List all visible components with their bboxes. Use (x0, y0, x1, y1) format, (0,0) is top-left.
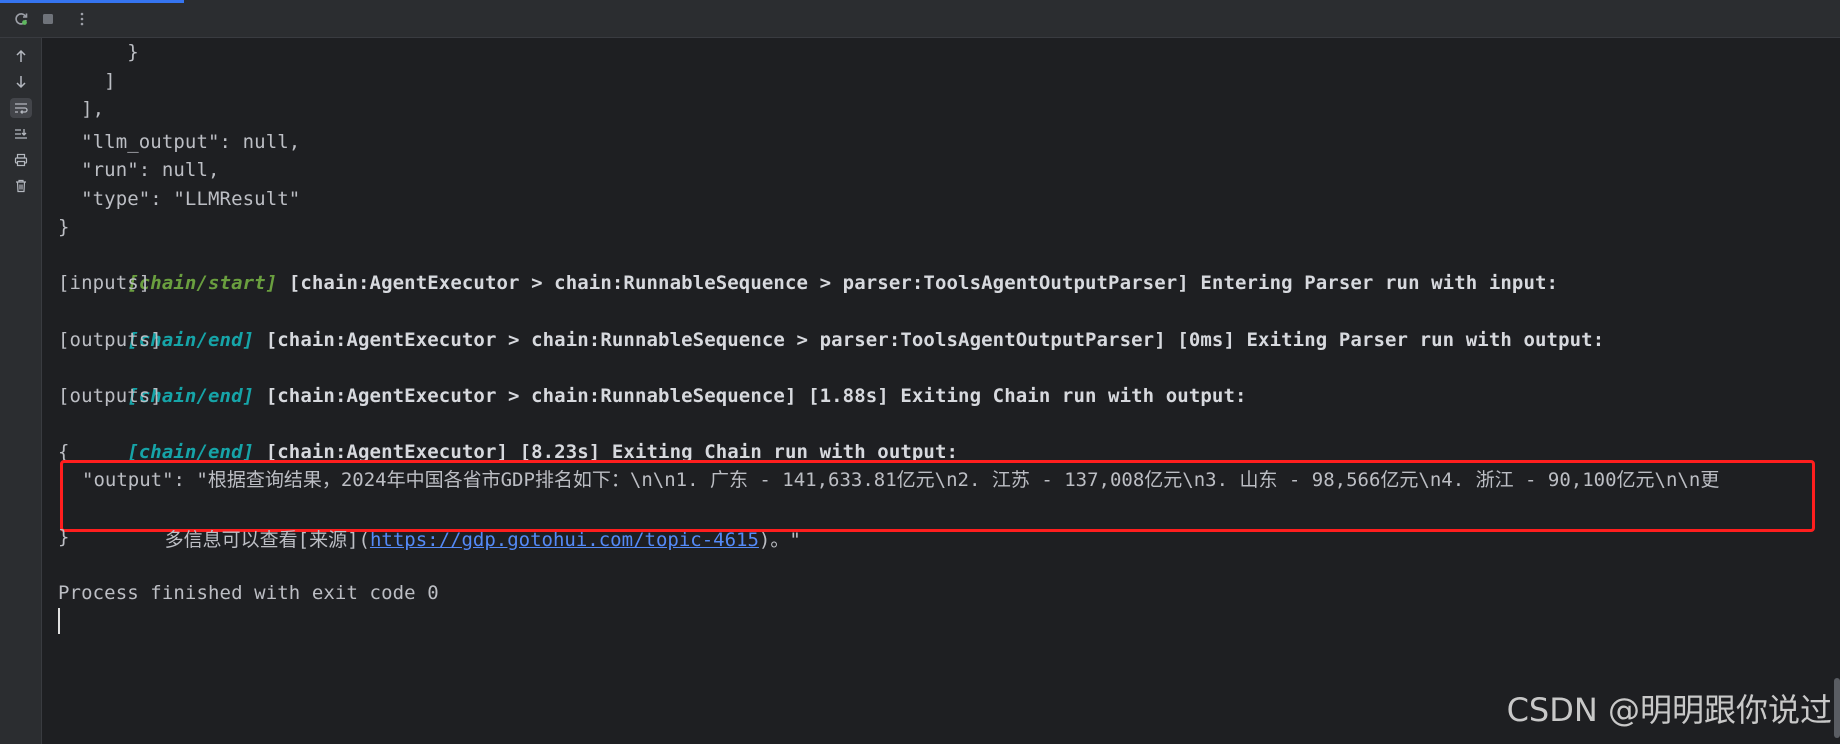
source-link[interactable]: https://gdp.gotohui.com/topic-4615 (370, 529, 759, 551)
more-icon[interactable] (72, 9, 92, 29)
console-line: [inputs] (58, 272, 151, 294)
arrow-up-icon[interactable] (10, 46, 32, 66)
arrow-down-icon[interactable] (10, 72, 32, 92)
console-line: "llm_output": null, (58, 131, 301, 153)
active-tab-indicator (0, 0, 184, 3)
console-line: } (58, 41, 139, 63)
process-finished-line: Process finished with exit code 0 (58, 582, 439, 604)
run-toolbar (0, 0, 1840, 38)
log-message: [chain:AgentExecutor > chain:RunnableSeq… (254, 329, 1605, 351)
console-line: "run": null, (58, 159, 220, 181)
console-side-toolbar (0, 38, 42, 744)
console-line: [chain/end] [chain:AgentExecutor] [8.23s… (58, 410, 958, 463)
console-line: [chain/end] [chain:AgentExecutor > chain… (58, 354, 1247, 407)
console-line: [outputs] (58, 329, 162, 351)
console-line: ], (58, 98, 105, 120)
log-message: [chain:AgentExecutor > chain:RunnableSeq… (254, 385, 1247, 407)
console-line: [outputs] (58, 385, 162, 407)
trash-icon[interactable] (10, 176, 32, 196)
soft-wrap-icon[interactable] (10, 98, 32, 118)
scrollbar[interactable] (1834, 678, 1840, 738)
log-message: [chain:AgentExecutor > chain:RunnableSeq… (277, 272, 1559, 294)
output-line-2: 多信息可以查看[来源](https://gdp.gotohui.com/topi… (96, 492, 801, 551)
stop-icon[interactable] (38, 9, 58, 29)
console-line: } (58, 526, 70, 548)
text-caret (58, 608, 60, 634)
watermark: CSDN @明明跟你说过 (1506, 691, 1832, 729)
console-line: "type": "LLMResult" (58, 188, 301, 210)
console-line: [chain/start] [chain:AgentExecutor > cha… (58, 241, 1558, 294)
scroll-to-end-icon[interactable] (10, 124, 32, 144)
run-console-window: } ] ], "llm_output": null, "run": null, … (0, 0, 1840, 744)
rerun-icon[interactable] (11, 9, 31, 29)
console-output[interactable]: } ] ], "llm_output": null, "run": null, … (42, 38, 1840, 744)
console-line: [chain/end] [chain:AgentExecutor > chain… (58, 298, 1604, 351)
print-icon[interactable] (10, 150, 32, 170)
console-line: } (58, 216, 70, 238)
console-line: ] (58, 70, 116, 92)
output-text: 多信息可以查看[来源]( (164, 529, 370, 551)
output-text: )。" (758, 529, 801, 551)
